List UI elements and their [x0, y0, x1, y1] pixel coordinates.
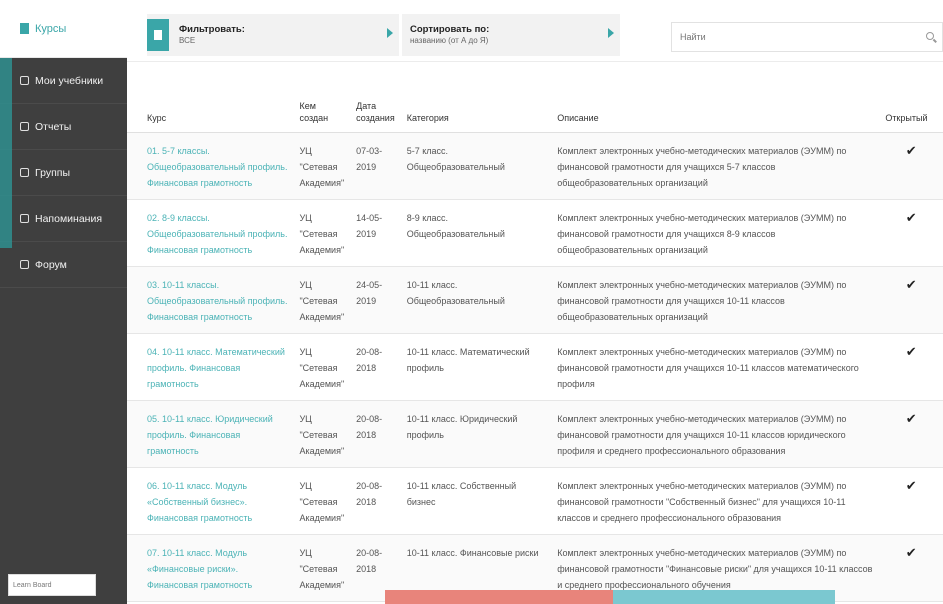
table-row: 04. 10-11 класс. Математический профиль.…	[127, 333, 943, 401]
description-cell: Комплект электронных учебно-методических…	[551, 132, 880, 200]
table-row: 05. 10-11 класс. Юридический профиль. Фи…	[127, 400, 943, 468]
sidebar-item-label: Отчеты	[35, 120, 72, 133]
courses-table-container: Курс Кем создан Дата создания Категория …	[127, 64, 943, 604]
date-cell: 07-03-2019	[350, 132, 401, 200]
created-by-cell: УЦ "Сетевая Академия"	[293, 467, 351, 535]
date-cell: 14-05-2019	[350, 199, 401, 267]
column-header-created-by[interactable]: Кем создан	[293, 64, 351, 133]
group-icon	[20, 168, 29, 177]
column-header-course[interactable]: Курс	[127, 64, 294, 133]
table-row: 01. 5-7 классы. Общеобразовательный проф…	[127, 132, 943, 200]
app-window: Курсы Мои учебники Отчеты Группы Напомин…	[0, 0, 943, 604]
open-check-icon: ✔	[879, 400, 943, 468]
sort-dropdown[interactable]: Сортировать по: названию (от А до Я)	[402, 14, 620, 56]
column-header-open[interactable]: Открытый	[879, 64, 943, 133]
sidebar: Курсы Мои учебники Отчеты Группы Напомин…	[0, 0, 127, 604]
book-icon	[20, 76, 29, 85]
sidebar-item-courses[interactable]: Курсы	[0, 0, 127, 58]
created-by-cell: УЦ "Сетевая Академия"	[293, 266, 351, 334]
created-by-cell: УЦ "Сетевая Академия"	[293, 132, 351, 200]
date-cell: 20-08-2018	[350, 467, 401, 535]
category-cell: 10-11 класс. Собственный бизнес	[400, 467, 552, 535]
category-cell: 10-11 класс. Общеобразовательный	[400, 266, 552, 334]
description-cell: Комплект электронных учебно-методических…	[551, 333, 880, 401]
created-by-cell: УЦ "Сетевая Академия"	[293, 400, 351, 468]
description-cell: Комплект электронных учебно-методических…	[551, 400, 880, 468]
course-link[interactable]: 07. 10-11 класс. Модуль «Финансовые риск…	[147, 548, 252, 590]
sort-label: Сортировать по:	[410, 24, 490, 35]
category-cell: 5-7 класс. Общеобразовательный	[400, 132, 552, 200]
search-input[interactable]	[680, 32, 905, 42]
created-by-cell: УЦ "Сетевая Академия"	[293, 534, 351, 602]
filter-label: Фильтровать:	[179, 24, 245, 35]
column-header-category[interactable]: Категория	[400, 64, 552, 133]
sidebar-item-label: Напоминания	[35, 212, 103, 225]
sidebar-item-reports[interactable]: Отчеты	[0, 104, 127, 150]
sidebar-item-label: Группы	[35, 166, 70, 179]
sidebar-accent-strip	[0, 58, 12, 248]
table-row: 02. 8-9 классы. Общеобразовательный проф…	[127, 199, 943, 267]
table-row: 06. 10-11 класс. Модуль «Собственный биз…	[127, 467, 943, 535]
search-box	[671, 22, 943, 52]
chevron-right-icon	[608, 28, 614, 38]
table-row: 03. 10-11 классы. Общеобразовательный пр…	[127, 266, 943, 334]
open-check-icon: ✔	[879, 534, 943, 602]
courses-icon	[20, 23, 29, 34]
course-link[interactable]: 02. 8-9 классы. Общеобразовательный проф…	[147, 213, 287, 255]
banner-segment	[385, 590, 613, 604]
sidebar-item-forum[interactable]: Форум	[0, 242, 127, 288]
category-cell: 10-11 класс. Юридический профиль	[400, 400, 552, 468]
course-link[interactable]: 06. 10-11 класс. Модуль «Собственный биз…	[147, 481, 252, 523]
description-cell: Комплект электронных учебно-методических…	[551, 467, 880, 535]
sidebar-nav: Мои учебники Отчеты Группы Напоминания Ф…	[0, 58, 127, 604]
created-by-cell: УЦ "Сетевая Академия"	[293, 333, 351, 401]
table-header-row: Курс Кем создан Дата создания Категория …	[127, 64, 943, 133]
forum-icon	[20, 260, 29, 269]
category-cell: 10-11 класс. Математический профиль	[400, 333, 552, 401]
sidebar-item-groups[interactable]: Группы	[0, 150, 127, 196]
footer-logo: Learn Board	[8, 574, 96, 596]
chevron-right-icon	[387, 28, 393, 38]
category-cell: 8-9 класс. Общеобразовательный	[400, 199, 552, 267]
open-check-icon: ✔	[879, 266, 943, 334]
sort-value: названию (от А до Я)	[410, 36, 489, 45]
filter-dropdown[interactable]: Фильтровать: ВСЕ	[147, 14, 399, 56]
description-cell: Комплект электронных учебно-методических…	[551, 199, 880, 267]
sidebar-item-my-textbooks[interactable]: Мои учебники	[0, 58, 127, 104]
open-check-icon: ✔	[879, 467, 943, 535]
bell-icon	[20, 214, 29, 223]
date-cell: 24-05-2019	[350, 266, 401, 334]
sidebar-item-label: Курсы	[35, 22, 67, 35]
filter-value: ВСЕ	[179, 36, 196, 45]
column-header-description[interactable]: Описание	[551, 64, 880, 133]
open-check-icon: ✔	[879, 199, 943, 267]
toolbar: Фильтровать: ВСЕ Сортировать по: названи…	[127, 0, 943, 62]
sidebar-item-label: Мои учебники	[35, 74, 104, 87]
filter-icon	[147, 19, 169, 51]
description-cell: Комплект электронных учебно-методических…	[551, 266, 880, 334]
decorative-banner	[385, 590, 835, 604]
course-link[interactable]: 04. 10-11 класс. Математический профиль.…	[147, 347, 285, 389]
banner-segment	[613, 590, 835, 604]
open-check-icon: ✔	[879, 132, 943, 200]
course-link[interactable]: 03. 10-11 классы. Общеобразовательный пр…	[147, 280, 287, 322]
sidebar-item-label: Форум	[35, 258, 67, 271]
date-cell: 20-08-2018	[350, 333, 401, 401]
course-link[interactable]: 05. 10-11 класс. Юридический профиль. Фи…	[147, 414, 273, 456]
column-header-date[interactable]: Дата создания	[350, 64, 401, 133]
course-link[interactable]: 01. 5-7 классы. Общеобразовательный проф…	[147, 146, 287, 188]
created-by-cell: УЦ "Сетевая Академия"	[293, 199, 351, 267]
search-icon[interactable]	[926, 32, 934, 40]
sidebar-item-reminders[interactable]: Напоминания	[0, 196, 127, 242]
report-icon	[20, 122, 29, 131]
courses-table: Курс Кем создан Дата создания Категория …	[127, 64, 943, 602]
date-cell: 20-08-2018	[350, 400, 401, 468]
open-check-icon: ✔	[879, 333, 943, 401]
